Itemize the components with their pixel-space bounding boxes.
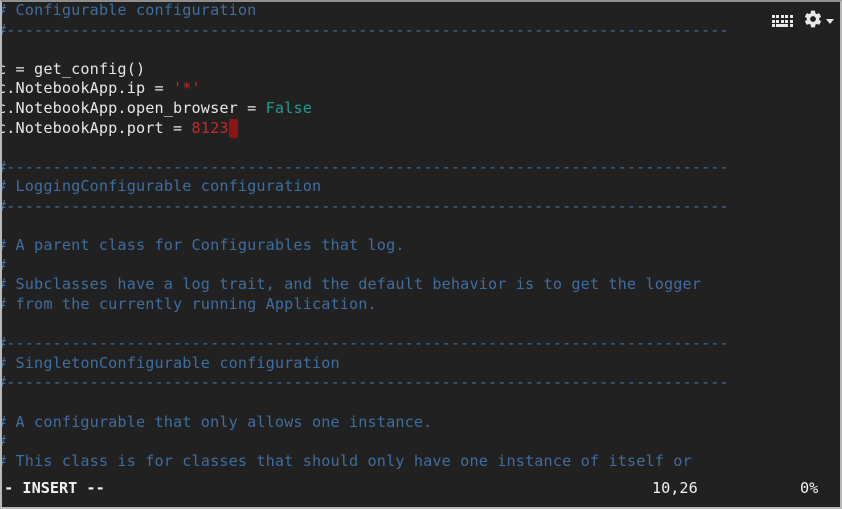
status-scroll-percent: 0% xyxy=(800,479,819,497)
settings-menu-button[interactable] xyxy=(803,9,834,33)
keyboard-icon[interactable] xyxy=(771,14,793,28)
editor-token: # xyxy=(2,432,6,450)
editor-token: # Configurable configuration xyxy=(2,2,257,19)
editor-line: # from the currently running Application… xyxy=(2,295,377,315)
text-cursor xyxy=(228,118,239,139)
editor-line: c.NotebookApp.port = 8123 xyxy=(2,118,239,139)
editor-text-area[interactable]: # Configurable configuration #-----------… xyxy=(2,2,840,472)
editor-line: # LoggingConfigurable configuration xyxy=(2,177,321,197)
terminal-window: # Configurable configuration #-----------… xyxy=(0,0,842,509)
editor-token: #---------------------------------------… xyxy=(2,373,729,392)
editor-token: #---------------------------------------… xyxy=(2,197,729,215)
editor-line: # Configurable configuration xyxy=(2,2,256,21)
editor-line: # xyxy=(2,256,6,276)
editor-line: c = get_config() xyxy=(2,60,145,80)
editor-token: False xyxy=(265,99,312,117)
editor-token: # SingletonConfigurable configuration xyxy=(2,353,340,372)
editor-line: #---------------------------------------… xyxy=(2,334,729,354)
editor-line: #---------------------------------------… xyxy=(2,158,729,178)
editor-line: # Subclasses have a log trait, and the d… xyxy=(2,275,701,295)
editor-token: 8123 xyxy=(191,118,229,137)
editor-line: c.NotebookApp.open_browser = False xyxy=(2,99,312,119)
editor-token: #---------------------------------------… xyxy=(2,334,729,353)
editor-token: c = get_config() xyxy=(2,59,146,78)
editor-line: #---------------------------------------… xyxy=(2,21,729,41)
editor-token: # xyxy=(2,256,6,274)
editor-token: # from the currently running Application… xyxy=(2,295,377,313)
editor-line: # SingletonConfigurable configuration xyxy=(2,354,340,374)
editor-token: c.NotebookApp.port = xyxy=(2,118,192,137)
editor-token: #---------------------------------------… xyxy=(2,157,729,176)
editor-line: # This class is for classes that should … xyxy=(2,452,692,472)
overlay-icon-bar xyxy=(771,6,834,36)
editor-line: #---------------------------------------… xyxy=(2,197,729,217)
status-cursor-position: 10,26 xyxy=(652,479,698,497)
editor-token: c.NotebookApp.open_browser = xyxy=(2,99,266,117)
vim-status-bar: -- INSERT -- 10,26 0% xyxy=(0,477,840,505)
editor-token: # LoggingConfigurable configuration xyxy=(2,177,322,196)
editor-line: # xyxy=(2,432,6,452)
editor-line: c.NotebookApp.ip = '*' xyxy=(2,79,201,99)
status-mode-indicator: -- INSERT -- xyxy=(0,479,105,497)
editor-line: #---------------------------------------… xyxy=(2,373,729,393)
editor-line: # A parent class for Configurables that … xyxy=(2,236,405,256)
editor-token: # Subclasses have a log trait, and the d… xyxy=(2,275,702,294)
editor-line: # A configurable that only allows one in… xyxy=(2,413,432,433)
editor-token: '*' xyxy=(173,79,201,98)
chevron-down-icon[interactable] xyxy=(826,18,834,24)
editor-token: # A parent class for Configurables that … xyxy=(2,236,405,255)
editor-token: c.NotebookApp.ip = xyxy=(2,79,174,98)
editor-token: #---------------------------------------… xyxy=(2,20,729,39)
gear-icon xyxy=(803,9,823,33)
editor-token: # A configurable that only allows one in… xyxy=(2,412,433,431)
editor-token: # This class is for classes that should … xyxy=(2,451,692,470)
